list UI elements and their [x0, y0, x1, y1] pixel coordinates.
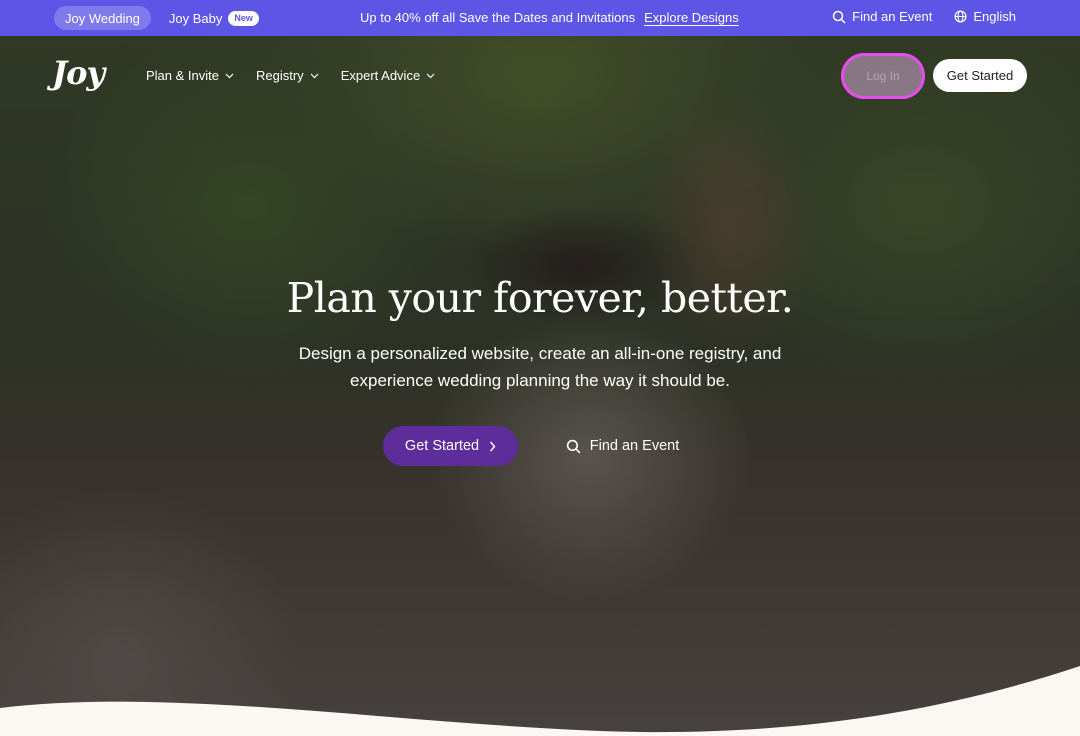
- get-started-hero-button[interactable]: Get Started: [383, 426, 518, 466]
- get-started-hero-label: Get Started: [404, 438, 480, 454]
- promo-text: Up to 40% off all Save the Dates and Inv…: [360, 10, 636, 25]
- nav-registry-label: Registry: [256, 68, 304, 83]
- find-event-label: Find an Event: [852, 9, 933, 24]
- login-button[interactable]: Log In: [841, 53, 925, 99]
- tab-joy-baby[interactable]: Joy Baby New: [159, 6, 259, 30]
- promo-bar: Joy Wedding Joy Baby New Up to 40% off a…: [0, 0, 1080, 36]
- explore-designs-link[interactable]: Explore Designs: [644, 10, 739, 25]
- tab-joy-wedding-label: Joy Wedding: [65, 10, 140, 26]
- globe-icon: [954, 10, 967, 23]
- promo-message: Up to 40% off all Save the Dates and Inv…: [360, 10, 739, 25]
- language-selector[interactable]: English: [954, 9, 1016, 24]
- chevron-right-icon: [490, 441, 496, 451]
- chevron-down-icon: [426, 73, 435, 78]
- hero-bottom-wave: [0, 666, 1080, 736]
- search-icon: [832, 10, 846, 24]
- brand-tabs: Joy Wedding Joy Baby New: [54, 6, 259, 30]
- find-event-hero-button[interactable]: Find an Event: [560, 426, 685, 466]
- find-event-link[interactable]: Find an Event: [832, 9, 932, 24]
- nav-registry[interactable]: Registry: [256, 68, 319, 83]
- search-icon: [566, 439, 581, 453]
- joy-logo[interactable]: Joy: [52, 54, 105, 92]
- language-label: English: [973, 9, 1016, 24]
- hero-headline: Plan your forever, better.: [286, 274, 794, 322]
- nav-plan-invite-label: Plan & Invite: [146, 68, 219, 83]
- chevron-down-icon: [225, 73, 234, 78]
- nav-expert-advice[interactable]: Expert Advice: [341, 68, 436, 83]
- chevron-down-icon: [310, 73, 319, 78]
- get-started-nav-button[interactable]: Get Started: [933, 59, 1027, 92]
- tab-joy-baby-label: Joy Baby: [168, 10, 223, 26]
- hero-subheadline: Design a personalized website, create an…: [298, 344, 782, 390]
- utility-links: Find an Event English: [810, 9, 1016, 24]
- new-badge: New: [228, 10, 259, 26]
- nav-plan-invite[interactable]: Plan & Invite: [146, 68, 234, 83]
- find-event-hero-label: Find an Event: [589, 438, 680, 454]
- tab-joy-wedding[interactable]: Joy Wedding: [54, 6, 151, 30]
- main-nav: Plan & Invite Registry Expert Advice: [146, 68, 457, 83]
- nav-expert-advice-label: Expert Advice: [340, 68, 421, 83]
